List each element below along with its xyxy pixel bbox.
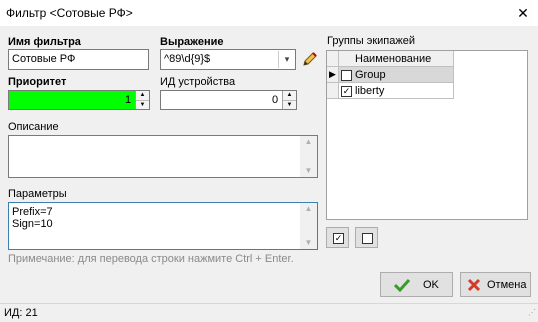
description-label: Описание <box>8 121 59 133</box>
cancel-label: Отмена <box>487 279 527 291</box>
table-row[interactable]: ✓ liberty <box>339 83 454 99</box>
status-id: ИД: 21 <box>4 307 38 319</box>
params-label: Параметры <box>8 188 67 200</box>
device-id-spinbox[interactable]: 0 ▲ ▼ <box>160 90 297 110</box>
priority-spin-buttons[interactable]: ▲ ▼ <box>135 91 149 109</box>
checked-box-icon: ✓ <box>333 233 344 244</box>
hint-text: Примечание: для перевода строки нажмите … <box>8 253 294 265</box>
params-textarea[interactable]: Prefix=7 Sign=10 ▲ ▼ <box>8 202 318 250</box>
params-line-2: Sign=10 <box>12 218 53 230</box>
status-bar: ИД: 21 ⋰ <box>0 303 538 322</box>
expression-label: Выражение <box>160 36 224 48</box>
row-checkbox[interactable] <box>341 70 352 81</box>
chevron-down-icon[interactable]: ▾ <box>278 51 295 68</box>
filter-name-value: Сотовые РФ <box>12 53 76 65</box>
grid-corner <box>327 51 339 67</box>
params-scrollbar[interactable]: ▲ ▼ <box>300 203 317 249</box>
check-all-button[interactable]: ✓ <box>326 227 349 248</box>
current-row-arrow-icon: ▶ <box>329 69 336 79</box>
groups-grid[interactable]: Наименование ▶ Group ✓ liberty <box>326 50 528 220</box>
ok-label: OK <box>423 279 439 291</box>
checkmark-icon <box>394 278 410 292</box>
filter-name-label: Имя фильтра <box>8 36 81 48</box>
empty-box-icon <box>362 233 373 244</box>
row-indicator: ▶ <box>327 67 339 83</box>
pencil-icon[interactable] <box>301 50 319 68</box>
priority-spinbox[interactable]: 1 ▲ ▼ <box>8 90 150 110</box>
device-id-value: 0 <box>272 94 279 106</box>
cancel-button[interactable]: Отмена <box>460 272 531 297</box>
grid-header-name[interactable]: Наименование <box>339 51 454 67</box>
description-scrollbar[interactable]: ▲ ▼ <box>300 136 317 177</box>
row-indicator <box>327 83 339 99</box>
expression-combobox[interactable]: ^89\d{9}$ ▾ <box>160 49 296 70</box>
priority-label: Приоритет <box>8 76 67 88</box>
expression-value: ^89\d{9}$ <box>164 53 211 65</box>
grid-header-label: Наименование <box>355 53 432 65</box>
groups-label: Группы экипажей <box>327 35 415 47</box>
window-title: Фильтр <Сотовые РФ> <box>6 6 133 20</box>
row-label: Group <box>355 69 386 81</box>
filter-name-input[interactable]: Сотовые РФ <box>8 49 149 70</box>
device-id-label: ИД устройства <box>160 76 236 88</box>
resize-grip-icon[interactable]: ⋰ <box>528 308 536 317</box>
row-label: liberty <box>355 85 385 97</box>
row-checkbox[interactable]: ✓ <box>341 86 352 97</box>
close-icon[interactable]: ✕ <box>508 0 538 26</box>
params-line-1: Prefix=7 <box>12 206 53 218</box>
description-textarea[interactable]: ▲ ▼ <box>8 135 318 178</box>
ok-button[interactable]: OK <box>380 272 453 297</box>
table-row[interactable]: Group <box>339 67 454 83</box>
x-icon <box>467 278 481 292</box>
device-id-spin-buttons[interactable]: ▲ ▼ <box>282 91 296 109</box>
uncheck-all-button[interactable] <box>355 227 378 248</box>
priority-value: 1 <box>125 94 132 106</box>
